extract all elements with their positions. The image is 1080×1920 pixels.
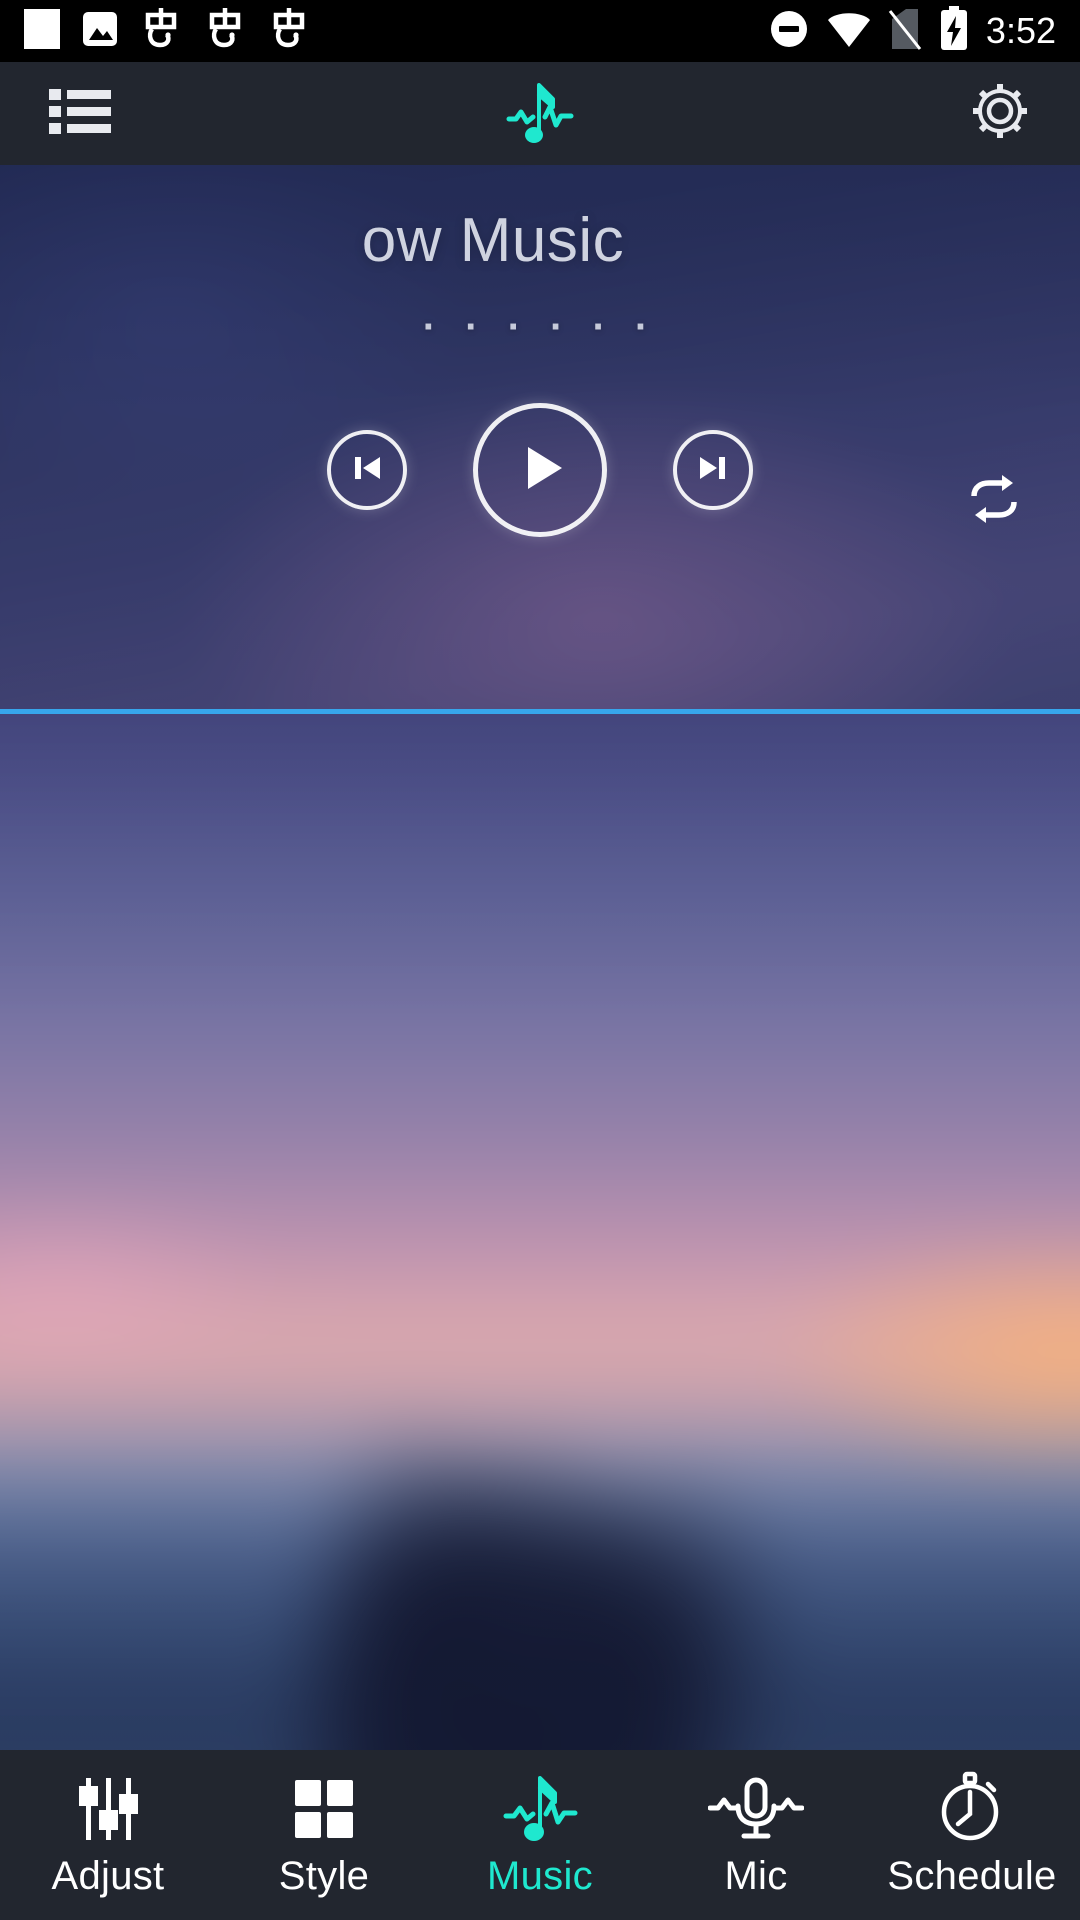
app-glyph-icon xyxy=(202,5,248,58)
play-button[interactable] xyxy=(473,403,607,537)
app-screen: 3:52 ow Music · · · · · · Adjust Style M… xyxy=(0,0,1080,1920)
music-wave-icon xyxy=(503,75,577,152)
nav-label-style: Style xyxy=(278,1853,370,1898)
track-title: ow Music xyxy=(361,206,625,275)
sliders-icon xyxy=(70,1772,146,1844)
no-sim-icon xyxy=(888,7,922,56)
status-bar-notifications xyxy=(0,5,312,58)
microphone-icon xyxy=(708,1772,804,1844)
player-panel: ow Music · · · · · · xyxy=(0,165,1080,714)
previous-track-icon xyxy=(346,447,388,494)
nav-item-music[interactable]: Music xyxy=(432,1750,648,1920)
app-glyph-icon xyxy=(266,5,312,58)
track-subtitle: · · · · · · xyxy=(422,305,658,349)
previous-button[interactable] xyxy=(327,430,407,510)
bottom-navigation: Adjust Style Music Mic Schedule xyxy=(0,1750,1080,1920)
app-logo xyxy=(160,75,920,152)
status-bar: 3:52 xyxy=(0,0,1080,62)
play-icon xyxy=(507,435,573,506)
list-icon xyxy=(49,85,111,142)
player-divider xyxy=(0,709,1080,714)
status-bar-clock: 3:52 xyxy=(985,10,1056,51)
photo-icon xyxy=(80,7,120,56)
app-glyph-icon xyxy=(138,5,184,58)
settings-button[interactable] xyxy=(920,80,1080,147)
menu-button[interactable] xyxy=(0,85,160,142)
artwork-overlay xyxy=(0,714,1080,1750)
notification-blank-icon xyxy=(22,7,62,56)
nav-item-style[interactable]: Style xyxy=(216,1750,432,1920)
playback-controls xyxy=(0,403,1080,537)
gear-icon xyxy=(969,80,1031,147)
wifi-icon xyxy=(826,8,872,55)
do-not-disturb-icon xyxy=(768,8,810,55)
app-bar xyxy=(0,62,1080,165)
nav-label-music: Music xyxy=(487,1853,593,1898)
nav-label-adjust: Adjust xyxy=(51,1853,165,1898)
stopwatch-icon xyxy=(933,1771,1011,1844)
album-artwork xyxy=(0,714,1080,1750)
next-track-icon xyxy=(692,447,734,494)
next-button[interactable] xyxy=(673,430,753,510)
grid-icon xyxy=(289,1772,359,1844)
nav-item-mic[interactable]: Mic xyxy=(648,1750,864,1920)
nav-label-schedule: Schedule xyxy=(887,1853,1057,1898)
nav-item-adjust[interactable]: Adjust xyxy=(0,1750,216,1920)
nav-item-schedule[interactable]: Schedule xyxy=(864,1750,1080,1920)
battery-charging-icon xyxy=(938,5,970,57)
status-bar-system-icons: 3:52 xyxy=(768,5,1080,57)
nav-label-mic: Mic xyxy=(724,1853,788,1898)
music-wave-icon xyxy=(500,1772,580,1844)
